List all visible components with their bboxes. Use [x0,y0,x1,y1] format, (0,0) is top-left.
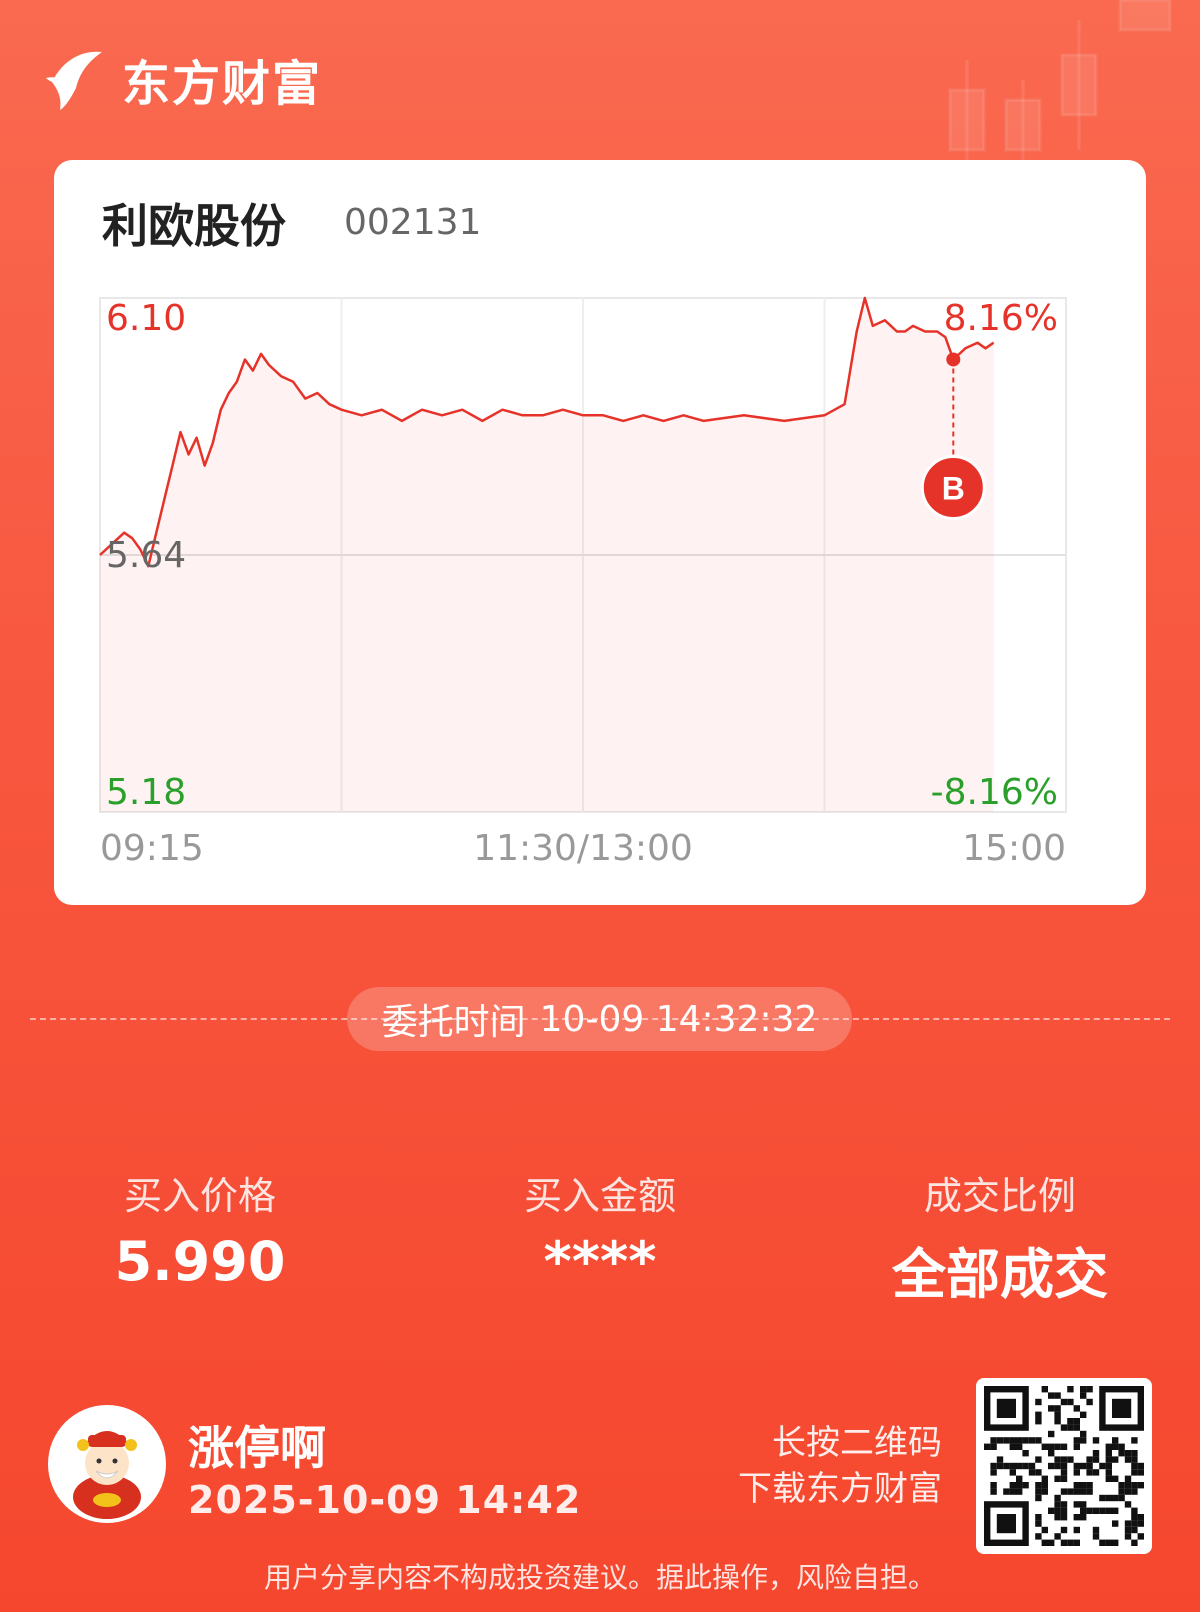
stat-label: 买入价格 [123,1174,276,1218]
stat-label: 成交比例 [923,1174,1076,1218]
order-time-value: 10-09 14:32:32 [539,998,818,1040]
stat-fill-ratio: 成交比例 全部成交 [880,1165,1120,1309]
stat-buy-amount: 买入金额 **** [500,1165,700,1293]
y-tick-label-left: 6.10 [106,298,186,339]
x-tick-label: 11:30/13:00 [473,828,693,869]
user-name: 涨停啊 [188,1421,326,1475]
price-area [100,298,994,812]
eastmoney-logo-icon [46,51,102,110]
intraday-chart: B 6.10 5.64 5.18 8.16% -8.16% 09:15 11:30/13:00… [99,296,1067,869]
stock-chart-card: 利欧股份 002131 B 6.10 5.64 5.18 8.16% -8.16% 09:1… [54,160,1146,905]
share-time: 2025-10-09 14:42 [188,1478,582,1522]
qr-code-icon[interactable] [976,1378,1152,1554]
brand-name: 东方财富 [122,56,323,112]
stat-value: **** [543,1230,657,1293]
qr-hint-line1: 长按二维码 [772,1423,942,1463]
buy-marker-label: B [942,470,965,506]
order-time-label: 委托时间 [381,1002,526,1043]
stat-value: 5.990 [114,1230,286,1293]
y-tick-label-right: 8.16% [944,298,1058,339]
caishen-avatar-icon[interactable] [48,1405,166,1523]
y-tick-label-left: 5.64 [106,535,186,576]
stat-buy-price: 买入价格 5.990 [100,1165,300,1293]
qr-hint: 长按二维码 下载东方财富 [738,1420,942,1512]
y-tick-label-left: 5.18 [106,772,186,813]
brand-logo: 东方财富 [46,44,322,114]
stat-label: 买入金额 [523,1174,676,1218]
disclaimer: 用户分享内容不构成投资建议。据此操作，风险自担。 [263,1561,936,1594]
x-tick-label: 09:15 [100,828,204,869]
qr-hint-line2: 下载东方财富 [738,1469,942,1509]
x-tick-label: 15:00 [962,828,1066,869]
order-time-pill: 委托时间 10-09 14:32:32 [347,987,852,1051]
stat-value: 全部成交 [892,1243,1108,1306]
y-tick-label-right: -8.16% [931,772,1058,813]
buy-point [946,352,961,367]
